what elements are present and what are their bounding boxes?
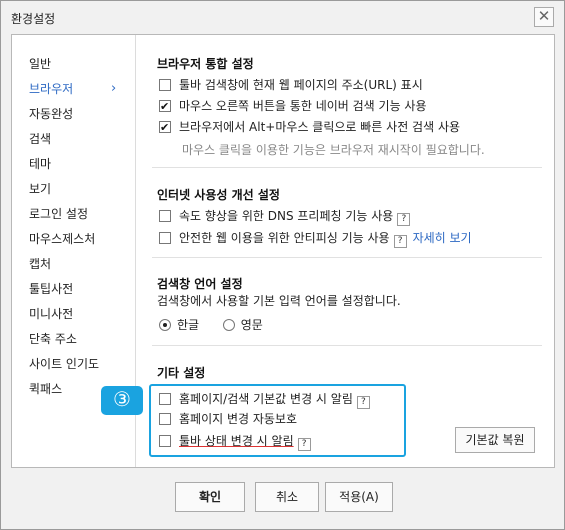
option-label: 브라우저에서 Alt+마우스 클릭으로 빠른 사전 검색 사용 [179,120,461,134]
title-bar: 환경설정 ✕ [1,1,564,33]
radio-english[interactable] [222,319,235,331]
step-number-badge: ③ [101,386,143,415]
option-right-click-search[interactable]: 마우스 오른쪽 버튼을 통한 네이버 검색 기능 사용 [159,97,427,116]
option-alt-click-dict[interactable]: 브라우저에서 Alt+마우스 클릭으로 빠른 사전 검색 사용 [159,118,461,137]
restore-defaults-button[interactable]: 기본값 복원 [455,427,535,453]
sidebar-item-mini-dict[interactable]: 미니사전 [29,304,129,324]
sidebar-item-label: 브라우저 [29,82,74,96]
option-show-url[interactable]: 툴바 검색창에 현재 웹 페이지의 주소(URL) 표시 [159,76,423,94]
option-label: 속도 향상을 위한 DNS 프리페칭 기능 사용 [179,209,394,223]
divider [152,257,542,258]
checkbox[interactable] [159,210,171,222]
sidebar-item-view[interactable]: 보기 [29,179,129,199]
chevron-right-icon: › [111,81,117,96]
option-label: 마우스 오른쪽 버튼을 통한 네이버 검색 기능 사용 [179,99,427,113]
radio-label-korean: 한글 [177,318,200,332]
cancel-button[interactable]: 취소 [255,482,319,512]
window-title: 환경설정 [11,12,56,26]
language-radio-group: 한글 영문 [159,316,263,334]
checkbox[interactable] [159,232,171,244]
section-title-other: 기타 설정 [157,366,206,380]
option-dns-prefetch[interactable]: 속도 향상을 위한 DNS 프리페칭 기능 사용? [159,207,411,226]
sidebar-item-tooltip-dict[interactable]: 툴팁사전 [29,279,129,299]
divider [152,345,542,346]
sidebar-item-autocomplete[interactable]: 자동완성 [29,104,129,124]
language-description: 검색창에서 사용할 기본 입력 언어를 설정합니다. [157,294,401,308]
divider [152,167,542,168]
checkbox-checked[interactable] [159,119,171,137]
help-icon[interactable]: ? [393,235,407,248]
sidebar-item-mouse-gesture[interactable]: 마우스제스처 [29,229,129,249]
section-title-internet: 인터넷 사용성 개선 설정 [157,188,280,202]
details-link[interactable]: 자세히 보기 [413,231,472,245]
checkbox-checked[interactable] [159,98,171,116]
sidebar-item-login[interactable]: 로그인 설정 [29,204,129,224]
checkbox[interactable] [159,79,171,91]
sidebar-item-general[interactable]: 일반 [29,54,129,74]
ok-button[interactable]: 확인 [175,482,245,512]
radio-label-english: 영문 [240,318,263,332]
close-button[interactable]: ✕ [534,7,554,27]
apply-button[interactable]: 적용(A) [325,482,393,512]
sidebar-item-capture[interactable]: 캡처 [29,254,129,274]
sidebar-item-site-popularity[interactable]: 사이트 인기도 [29,354,129,374]
restart-note: 마우스 클릭을 이용한 기능은 브라우저 재시작이 필요합니다. [182,143,485,157]
section-title-language: 검색창 언어 설정 [157,277,243,291]
sidebar-item-theme[interactable]: 테마 [29,154,129,174]
settings-dialog: 환경설정 ✕ 일반 브라우저 › 자동완성 검색 테마 보기 로그인 설정 마우… [0,0,565,530]
option-label: 툴바 검색창에 현재 웹 페이지의 주소(URL) 표시 [179,78,423,92]
option-label: 안전한 웹 이용을 위한 안티피싱 기능 사용 [179,231,390,245]
sidebar-item-search[interactable]: 검색 [29,129,129,149]
option-antiphishing[interactable]: 안전한 웹 이용을 위한 안티피싱 기능 사용? 자세히 보기 [159,229,472,248]
radio-korean[interactable] [159,319,171,331]
sidebar-item-short-url[interactable]: 단축 주소 [29,329,129,349]
callout-highlight-box [149,384,406,457]
section-title-browser: 브라우저 통합 설정 [157,57,254,71]
help-icon[interactable]: ? [397,213,411,226]
sidebar-item-browser[interactable]: 브라우저 › [29,79,129,99]
